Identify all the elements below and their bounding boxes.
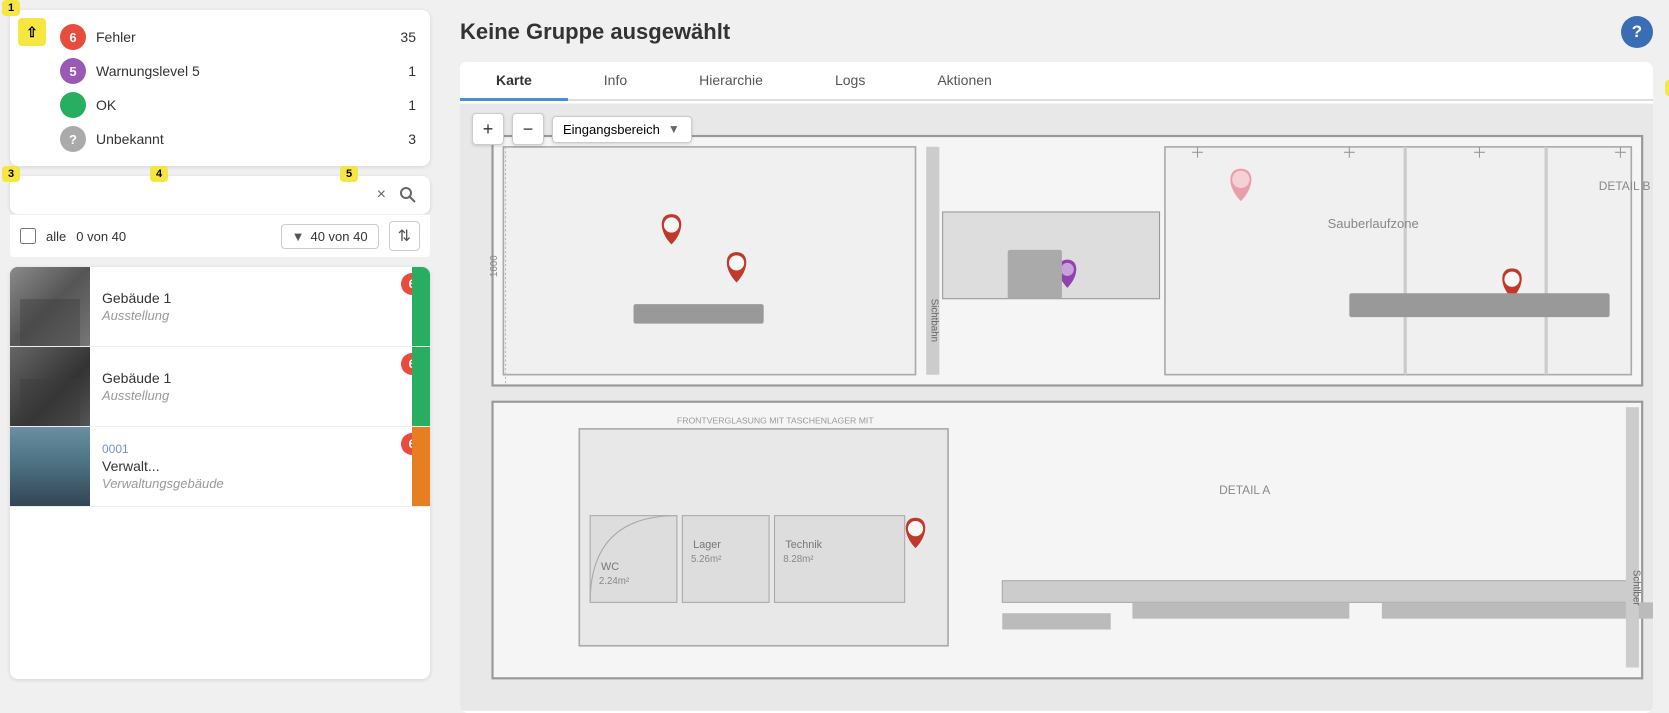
item-sub-1: Ausstellung: [102, 308, 382, 323]
list-item[interactable]: 0001 Verwalt... Verwaltungsgebäude 6: [10, 427, 430, 507]
annotation-5: 5: [340, 166, 358, 182]
count-warning: 1: [396, 63, 416, 79]
selection-row: alle 0 von 40 ▼ 40 von 40 ⇅: [10, 214, 430, 257]
sauberlaufzone-label: Sauberlaufzone: [1328, 216, 1419, 231]
status-row-fehler: 6 Fehler 35: [60, 20, 416, 54]
right-header: Keine Gruppe ausgewählt ?: [460, 16, 1653, 48]
map-container: + − Eingangsbereich ▼: [460, 101, 1653, 713]
annotation-1: 1: [2, 0, 20, 16]
label-warning: Warnungslevel 5: [96, 63, 386, 79]
item-sub-3: Verwaltungsgebäude: [102, 476, 382, 491]
item-status-bar-1: [412, 267, 430, 346]
count-unknown: 3: [396, 131, 416, 147]
select-all-checkbox[interactable]: [20, 228, 36, 244]
status-card: 1 ⇧ 6 Fehler 35 5 Warnungslevel 5 1: [10, 10, 430, 166]
search-button[interactable]: [396, 185, 420, 205]
item-name-1: Gebäude 1: [102, 290, 382, 306]
svg-text:DETAIL B: DETAIL B: [1599, 179, 1651, 193]
item-badge-2: 6: [394, 347, 430, 426]
svg-text:8.28m²: 8.28m²: [783, 554, 814, 565]
svg-text:FRONTVERGLASUNG MIT TASCHENLAG: FRONTVERGLASUNG MIT TASCHENLAGER MIT: [677, 415, 874, 425]
item-name-3: Verwalt...: [102, 458, 382, 474]
content-area: Karte Info Hierarchie Logs Aktionen + − …: [460, 62, 1653, 713]
count-fehler: 35: [396, 29, 416, 45]
svg-text:Lager: Lager: [693, 539, 721, 551]
svg-text:Sichtbahn: Sichtbahn: [928, 299, 939, 342]
tab-karte[interactable]: Karte: [460, 62, 568, 101]
item-info-2: Gebäude 1 Ausstellung: [90, 347, 394, 426]
svg-text:DETAIL A: DETAIL A: [1219, 483, 1270, 497]
clear-button[interactable]: ×: [373, 184, 390, 206]
sort-button[interactable]: ⇅: [389, 221, 420, 251]
help-button[interactable]: ?: [1621, 16, 1653, 48]
item-sub-2: Ausstellung: [102, 388, 382, 403]
map-toolbar: + − Eingangsbereich ▼: [472, 113, 692, 145]
filter-count-button[interactable]: ▼ 40 von 40: [281, 224, 379, 249]
item-status-bar-2: [412, 347, 430, 426]
svg-text:2.24m²: 2.24m²: [599, 576, 630, 587]
item-info-1: Gebäude 1 Ausstellung: [90, 267, 394, 346]
label-fehler: Fehler: [96, 29, 386, 45]
list-item[interactable]: Gebäude 1 Ausstellung 6: [10, 347, 430, 427]
status-row-ok: OK 1: [60, 88, 416, 122]
filter-bar: ×: [10, 176, 430, 214]
item-id-3: 0001: [102, 442, 382, 456]
label-ok: OK: [96, 97, 386, 113]
badge-ok: [60, 92, 86, 118]
alle-label: alle: [46, 229, 66, 244]
item-thumbnail-3: [10, 427, 90, 506]
list-scroll[interactable]: Gebäude 1 Ausstellung 6 Gebäude 1 Ausste…: [10, 267, 430, 679]
status-row-warning: 5 Warnungslevel 5 1: [60, 54, 416, 88]
filter-count-label: 40 von 40: [310, 229, 367, 244]
tab-aktionen[interactable]: Aktionen: [901, 62, 1027, 101]
svg-text:5.26m²: 5.26m²: [691, 554, 722, 565]
svg-text:1600: 1600: [489, 255, 500, 277]
zoom-out-button[interactable]: −: [512, 113, 544, 145]
svg-text:Technik: Technik: [785, 539, 822, 551]
item-status-bar-3: [412, 427, 430, 506]
tab-hierarchie[interactable]: Hierarchie: [663, 62, 799, 101]
label-unknown: Unbekannt: [96, 131, 386, 147]
dropdown-arrow: ▼: [668, 122, 680, 136]
item-info-3: 0001 Verwalt... Verwaltungsgebäude: [90, 427, 394, 506]
item-thumbnail-1: [10, 267, 90, 346]
left-panel: 1 ⇧ 6 Fehler 35 5 Warnungslevel 5 1: [0, 0, 440, 689]
item-badge-3: 6: [394, 427, 430, 506]
annotation-4: 4: [150, 166, 168, 182]
badge-unknown: ?: [60, 126, 86, 152]
search-icon: [400, 187, 416, 203]
page-title: Keine Gruppe ausgewählt: [460, 19, 730, 45]
item-name-2: Gebäude 1: [102, 370, 382, 386]
badge-fehler: 6: [60, 24, 86, 50]
svg-text:WC: WC: [601, 561, 619, 573]
filter-icon: ▼: [292, 229, 305, 244]
list-container: 2 Gebäude 1 Ausstellung 6: [10, 267, 430, 679]
floor-label: Eingangsbereich: [563, 122, 660, 137]
item-badge-1: 6: [394, 267, 430, 346]
status-rows: 6 Fehler 35 5 Warnungslevel 5 1 OK 1: [60, 20, 416, 156]
list-item[interactable]: Gebäude 1 Ausstellung 6: [10, 267, 430, 347]
selection-count: 0 von 40: [76, 229, 126, 244]
annotation-3: 3: [2, 166, 20, 182]
collapse-button[interactable]: ⇧: [18, 18, 46, 46]
tab-logs[interactable]: Logs: [799, 62, 901, 101]
svg-text:Schtlber: Schtlber: [1630, 570, 1641, 607]
floor-dropdown[interactable]: Eingangsbereich ▼: [552, 116, 692, 143]
floor-plan-svg: Sichtbahn WC 2.24m² Lager 5.26m² Technik: [460, 101, 1653, 713]
tabs-container: Karte Info Hierarchie Logs Aktionen: [460, 62, 1653, 101]
tab-info[interactable]: Info: [568, 62, 663, 101]
badge-warning: 5: [60, 58, 86, 84]
search-input[interactable]: [20, 188, 367, 203]
status-row-unknown: ? Unbekannt 3: [60, 122, 416, 156]
right-panel: Keine Gruppe ausgewählt ? Karte Info Hie…: [440, 0, 1669, 689]
zoom-in-button[interactable]: +: [472, 113, 504, 145]
item-thumbnail-2: [10, 347, 90, 426]
count-ok: 1: [396, 97, 416, 113]
